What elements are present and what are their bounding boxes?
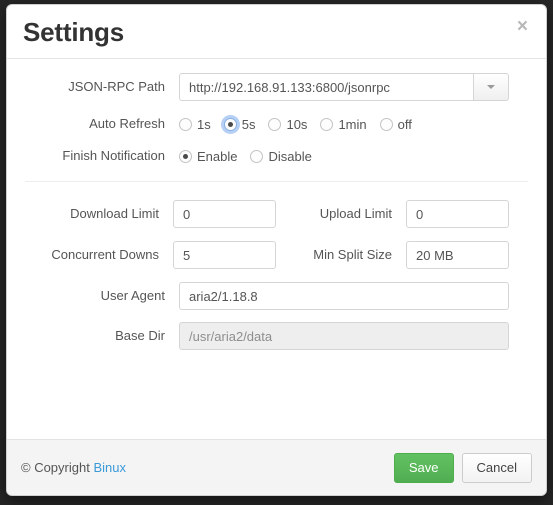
copyright: © Copyright Binux (21, 460, 126, 475)
col-min-split-size: Min Split Size (276, 241, 509, 270)
col-concurrent-downs: Concurrent Downs (23, 241, 276, 270)
radio-auto-refresh-5s[interactable]: 5s (223, 116, 256, 132)
upload-limit-input[interactable] (406, 200, 509, 229)
label-min-split-size: Min Split Size (313, 247, 392, 263)
row-user-agent: User Agent (23, 282, 530, 311)
finish-notification-radio-group: Enable Disable (179, 149, 312, 164)
radio-label: 5s (241, 116, 256, 132)
row-jsonrpc-path: JSON-RPC Path (23, 73, 530, 101)
section-divider (25, 181, 528, 183)
radio-label: Disable (268, 148, 312, 164)
label-user-agent: User Agent (100, 288, 165, 304)
radio-indicator (250, 149, 264, 163)
radio-indicator (223, 117, 237, 131)
radio-finish-notification-enable[interactable]: Enable (179, 149, 237, 164)
close-icon[interactable]: × (513, 13, 532, 40)
row-base-dir: Base Dir (23, 322, 530, 351)
jsonrpc-path-group (179, 73, 509, 101)
radio-label: 1s (197, 116, 211, 132)
page-title: Settings (23, 17, 124, 47)
footer-actions: Save Cancel (386, 452, 532, 483)
dialog-header: Settings × (7, 5, 546, 59)
row-auto-refresh: Auto Refresh 1s 5s 10s 1min off (23, 115, 530, 133)
min-split-size-input[interactable] (406, 241, 509, 270)
radio-indicator (179, 149, 192, 163)
radio-finish-notification-disable[interactable]: Disable (250, 148, 312, 164)
radio-label: 10s (286, 116, 308, 132)
label-jsonrpc-path: JSON-RPC Path (68, 78, 165, 94)
download-limit-input[interactable] (173, 200, 276, 229)
label-auto-refresh: Auto Refresh (89, 116, 165, 131)
radio-indicator (179, 117, 192, 131)
cancel-button[interactable]: Cancel (461, 452, 532, 483)
row-finish-notification: Finish Notification Enable Disable (23, 147, 530, 165)
radio-indicator (379, 117, 393, 131)
row-concurrency: Concurrent Downs Min Split Size (23, 241, 530, 270)
row-limits: Download Limit Upload Limit (23, 200, 530, 229)
label-base-dir: Base Dir (115, 328, 165, 344)
dialog-body: JSON-RPC Path Auto Refresh 1s 5s (7, 59, 546, 368)
radio-auto-refresh-10s[interactable]: 10s (268, 117, 307, 132)
label-download-limit: Download Limit (70, 206, 159, 222)
dialog-footer: © Copyright Binux Save Cancel (7, 439, 546, 495)
base-dir-input (179, 322, 509, 351)
save-button[interactable]: Save (393, 452, 454, 483)
label-concurrent-downs: Concurrent Downs (51, 247, 159, 263)
radio-indicator (320, 117, 334, 131)
label-upload-limit: Upload Limit (319, 206, 392, 222)
chevron-down-icon[interactable] (473, 73, 509, 101)
col-upload-limit: Upload Limit (276, 200, 509, 229)
radio-indicator (268, 117, 282, 131)
user-agent-input[interactable] (179, 282, 509, 311)
col-download-limit: Download Limit (23, 200, 276, 229)
radio-auto-refresh-1s[interactable]: 1s (179, 117, 211, 132)
auto-refresh-radio-group: 1s 5s 10s 1min off (179, 117, 412, 132)
copyright-text: © Copyright (21, 460, 94, 475)
jsonrpc-path-input[interactable] (179, 73, 474, 101)
radio-auto-refresh-1min[interactable]: 1min (320, 116, 367, 132)
radio-label: 1min (338, 116, 367, 132)
radio-label: off (397, 116, 412, 132)
radio-auto-refresh-off[interactable]: off (379, 116, 412, 132)
radio-label: Enable (197, 148, 238, 164)
copyright-link[interactable]: Binux (93, 460, 126, 475)
label-finish-notification: Finish Notification (62, 148, 165, 164)
settings-dialog: Settings × JSON-RPC Path Auto Refresh 1s (6, 4, 547, 496)
concurrent-downs-input[interactable] (173, 241, 276, 270)
